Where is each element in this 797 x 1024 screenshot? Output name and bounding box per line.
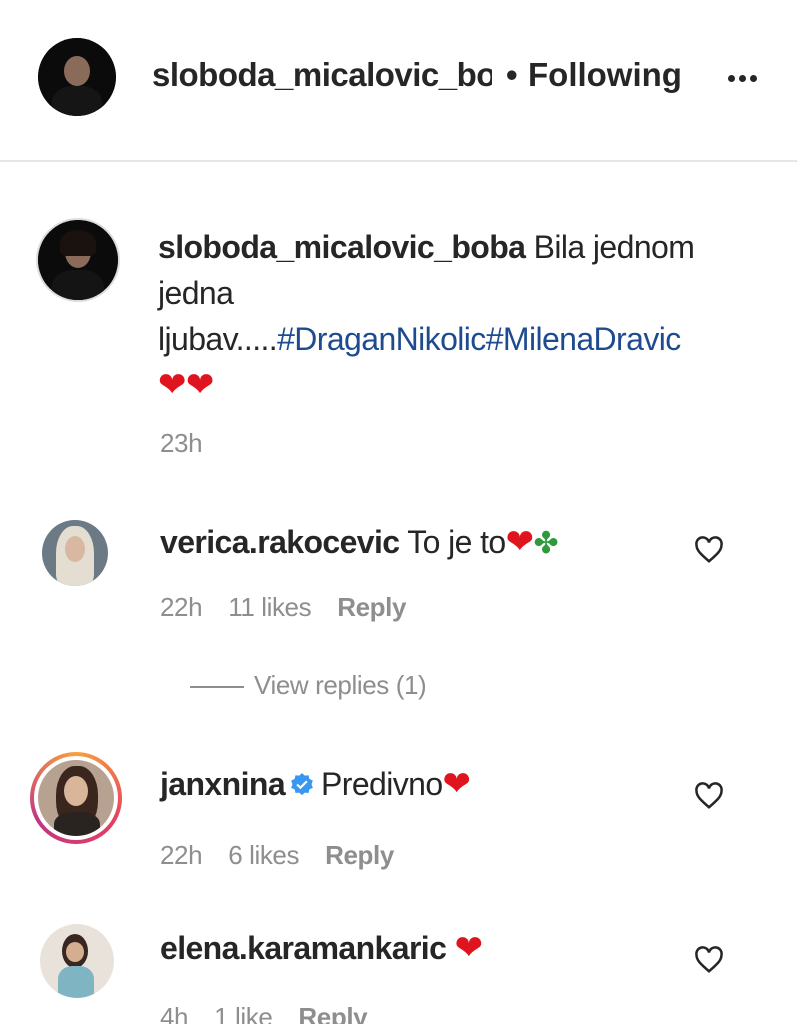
like-count[interactable]: 1 like <box>214 1002 273 1024</box>
post-header: sloboda_micalovic_bol • Following <box>0 0 797 162</box>
clover-emoji: ✤ <box>533 527 559 560</box>
heart-emoji: ❤❤ <box>158 366 214 404</box>
header-username[interactable]: sloboda_micalovic_bol <box>152 56 492 94</box>
following-button[interactable]: Following <box>528 56 682 94</box>
instagram-post-comments: sloboda_micalovic_bol • Following slobod… <box>0 0 797 1024</box>
avatar[interactable] <box>42 520 108 586</box>
comment-username[interactable]: elena.karamankaric <box>160 930 447 966</box>
heart-emoji: ❤ <box>505 523 534 561</box>
heart-emoji: ❤ <box>454 929 483 967</box>
comment-body: verica.rakocevic To je to❤✤ <box>160 522 559 562</box>
avatar[interactable] <box>40 924 114 998</box>
reply-button[interactable]: Reply <box>298 1002 367 1024</box>
comment-body: elena.karamankaric ❤ <box>160 928 483 968</box>
like-count[interactable]: 6 likes <box>228 840 299 870</box>
comment-text: Predivno <box>321 766 443 802</box>
caption-avatar[interactable] <box>38 220 118 300</box>
separator-dot: • <box>506 56 518 93</box>
comment-timestamp: 22h <box>160 840 203 870</box>
heart-outline-icon[interactable] <box>694 782 724 810</box>
more-options-button[interactable] <box>720 60 764 96</box>
view-replies-button[interactable]: View replies (1) <box>254 670 427 701</box>
comment-meta: 4h 1 like Reply <box>160 1002 393 1024</box>
comment-timestamp: 4h <box>160 1002 189 1024</box>
hashtag-link[interactable]: #DraganNikolic <box>277 321 486 357</box>
comment-text: To je to <box>407 524 506 560</box>
comment-meta: 22h 6 likes Reply <box>160 840 420 871</box>
hashtag-link[interactable]: #MilenaDravic <box>486 321 682 357</box>
like-count[interactable]: 11 likes <box>228 592 311 622</box>
heart-emoji: ❤ <box>442 765 471 803</box>
heart-outline-icon[interactable] <box>694 536 724 564</box>
post-caption: sloboda_micalovic_boba Bila jednom jedna… <box>158 224 758 408</box>
caption-username[interactable]: sloboda_micalovic_boba <box>158 229 526 265</box>
comment-username[interactable]: verica.rakocevic <box>160 524 400 560</box>
caption-timestamp: 23h <box>160 428 203 458</box>
avatar[interactable] <box>38 38 116 116</box>
avatar[interactable] <box>38 760 114 836</box>
verified-badge-icon <box>291 772 313 795</box>
divider <box>190 686 244 688</box>
reply-button[interactable]: Reply <box>325 840 394 870</box>
more-horizontal-icon <box>727 74 735 82</box>
comment-body: janxnina Predivno❤ <box>160 764 471 804</box>
comment-username[interactable]: janxnina <box>160 766 286 802</box>
heart-outline-icon[interactable] <box>694 946 724 974</box>
comment-timestamp: 22h <box>160 592 203 622</box>
comment-meta: 22h 11 likes Reply <box>160 592 432 623</box>
reply-button[interactable]: Reply <box>337 592 406 622</box>
